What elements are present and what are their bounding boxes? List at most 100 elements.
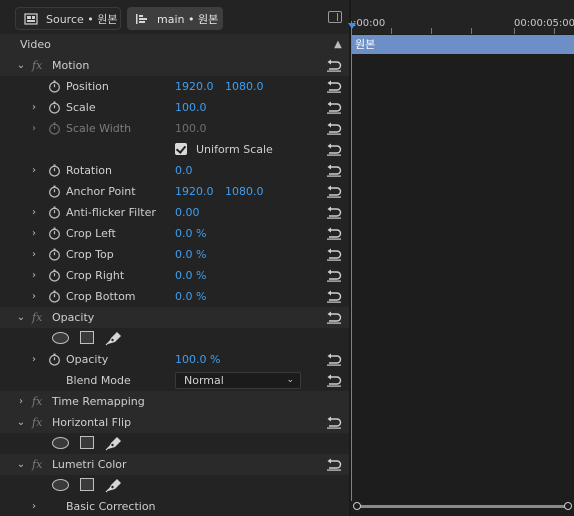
pen-mask-icon[interactable] [105, 477, 123, 493]
clip-label: 원본 [355, 38, 376, 51]
anchor-y-value[interactable]: 1080.0 [225, 181, 264, 202]
ellipse-mask-icon[interactable] [52, 479, 69, 491]
stopwatch-icon[interactable] [48, 185, 61, 198]
reset-icon[interactable] [326, 206, 342, 219]
reset-icon[interactable] [326, 143, 342, 156]
reset-icon[interactable] [326, 374, 342, 387]
ellipse-mask-icon[interactable] [52, 332, 69, 344]
reset-icon[interactable] [326, 311, 342, 324]
collapse-up-icon[interactable]: ▲ [332, 34, 344, 55]
chevron-right-icon[interactable]: › [28, 244, 40, 265]
scrollbar-left-handle[interactable] [353, 502, 361, 510]
timeline-zoom-scrollbar[interactable] [353, 502, 572, 510]
fx-icon[interactable]: fx [32, 454, 42, 475]
chevron-right-icon[interactable]: › [28, 202, 40, 223]
uniform-scale-checkbox[interactable] [175, 143, 187, 155]
crop-left-value[interactable]: 0.0 % [175, 223, 206, 244]
reset-icon[interactable] [326, 59, 342, 72]
chevron-down-icon[interactable]: ⌄ [15, 454, 27, 475]
chevron-right-icon[interactable]: › [28, 97, 40, 118]
property-position: Position 1920.0 1080.0 [0, 76, 349, 97]
effect-horizontal-flip[interactable]: ⌄ fx Horizontal Flip [0, 412, 349, 433]
fx-icon[interactable]: fx [32, 55, 42, 76]
rotation-value[interactable]: 0.0 [175, 160, 193, 181]
ellipse-mask-icon[interactable] [52, 437, 69, 449]
chevron-down-icon[interactable]: ⌄ [15, 55, 27, 76]
property-opacity: › Opacity 100.0 % [0, 349, 349, 370]
property-label: Scale Width [66, 122, 132, 135]
fx-icon[interactable]: fx [32, 412, 42, 433]
clip-bar[interactable]: 원본 [351, 35, 574, 54]
tab-source[interactable]: Source • 원본 [15, 7, 121, 30]
position-x-value[interactable]: 1920.0 [175, 76, 214, 97]
stopwatch-icon[interactable] [48, 80, 61, 93]
property-label: Basic Correction [66, 500, 156, 513]
chevron-right-icon[interactable]: › [28, 286, 40, 307]
reset-icon[interactable] [326, 458, 342, 471]
effect-lumetri-color[interactable]: ⌄ fx Lumetri Color [0, 454, 349, 475]
scale-value[interactable]: 100.0 [175, 97, 207, 118]
stopwatch-icon[interactable] [48, 269, 61, 282]
pen-mask-icon[interactable] [105, 330, 123, 346]
opacity-value[interactable]: 100.0 % [175, 349, 220, 370]
panel-menu-icon[interactable] [328, 11, 342, 23]
reset-icon[interactable] [326, 122, 342, 135]
chevron-right-icon[interactable]: › [28, 265, 40, 286]
fx-icon[interactable]: fx [32, 307, 42, 328]
scrollbar-track[interactable] [357, 505, 568, 508]
blend-mode-value: Normal [184, 374, 224, 387]
stopwatch-icon[interactable] [48, 206, 61, 219]
reset-icon[interactable] [326, 185, 342, 198]
pen-mask-icon[interactable] [105, 435, 123, 451]
reset-icon[interactable] [326, 416, 342, 429]
stopwatch-icon[interactable] [48, 227, 61, 240]
chevron-down-icon[interactable]: ⌄ [15, 412, 27, 433]
video-section-header[interactable]: Video ▲ [0, 34, 349, 55]
anchor-x-value[interactable]: 1920.0 [175, 181, 214, 202]
scrollbar-right-handle[interactable] [564, 502, 572, 510]
effect-name: Time Remapping [52, 395, 145, 408]
playhead-marker-icon[interactable] [348, 23, 356, 29]
chevron-right-icon[interactable]: › [15, 391, 27, 412]
reset-icon[interactable] [326, 269, 342, 282]
reset-icon[interactable] [326, 101, 342, 114]
property-label: Opacity [66, 353, 109, 366]
effect-motion[interactable]: ⌄ fx Motion [0, 55, 349, 76]
chevron-right-icon[interactable]: › [28, 349, 40, 370]
stopwatch-icon[interactable] [48, 290, 61, 303]
playhead[interactable] [351, 21, 352, 501]
effect-time-remapping[interactable]: › fx Time Remapping [0, 391, 349, 412]
reset-icon[interactable] [326, 353, 342, 366]
chevron-down-icon[interactable]: ⌄ [15, 307, 27, 328]
rectangle-mask-icon[interactable] [80, 436, 94, 449]
stopwatch-icon[interactable] [48, 353, 61, 366]
stopwatch-icon[interactable] [48, 248, 61, 261]
crop-top-value[interactable]: 0.0 % [175, 244, 206, 265]
effect-opacity[interactable]: ⌄ fx Opacity [0, 307, 349, 328]
blend-mode-select[interactable]: Normal ⌄ [175, 372, 301, 389]
stopwatch-icon[interactable] [48, 101, 61, 114]
timecode-mid: 00:00:05:00 [514, 18, 574, 29]
rectangle-mask-icon[interactable] [80, 478, 94, 491]
crop-right-value[interactable]: 0.0 % [175, 265, 206, 286]
reset-icon[interactable] [326, 80, 342, 93]
chevron-right-icon[interactable]: › [28, 496, 40, 516]
chevron-right-icon[interactable]: › [28, 160, 40, 181]
reset-icon[interactable] [326, 227, 342, 240]
stopwatch-icon[interactable] [48, 164, 61, 177]
panel-tab-bar: Source • 원본 main • 원본 [0, 0, 349, 36]
rectangle-mask-icon[interactable] [80, 331, 94, 344]
property-blend-mode: Blend Mode Normal ⌄ [0, 370, 349, 391]
reset-icon[interactable] [326, 290, 342, 303]
ruler-tick [554, 28, 555, 34]
reset-icon[interactable] [326, 164, 342, 177]
anti-flicker-value[interactable]: 0.00 [175, 202, 200, 223]
tab-source-label: Source • 원본 [46, 12, 118, 26]
position-y-value[interactable]: 1080.0 [225, 76, 264, 97]
reset-icon[interactable] [326, 248, 342, 261]
crop-bottom-value[interactable]: 0.0 % [175, 286, 206, 307]
tab-main[interactable]: main • 원본 [127, 7, 223, 30]
time-ruler[interactable]: :00:00 00:00:05:00 [351, 0, 574, 34]
chevron-right-icon[interactable]: › [28, 223, 40, 244]
chevron-right-icon[interactable]: › [28, 118, 40, 139]
